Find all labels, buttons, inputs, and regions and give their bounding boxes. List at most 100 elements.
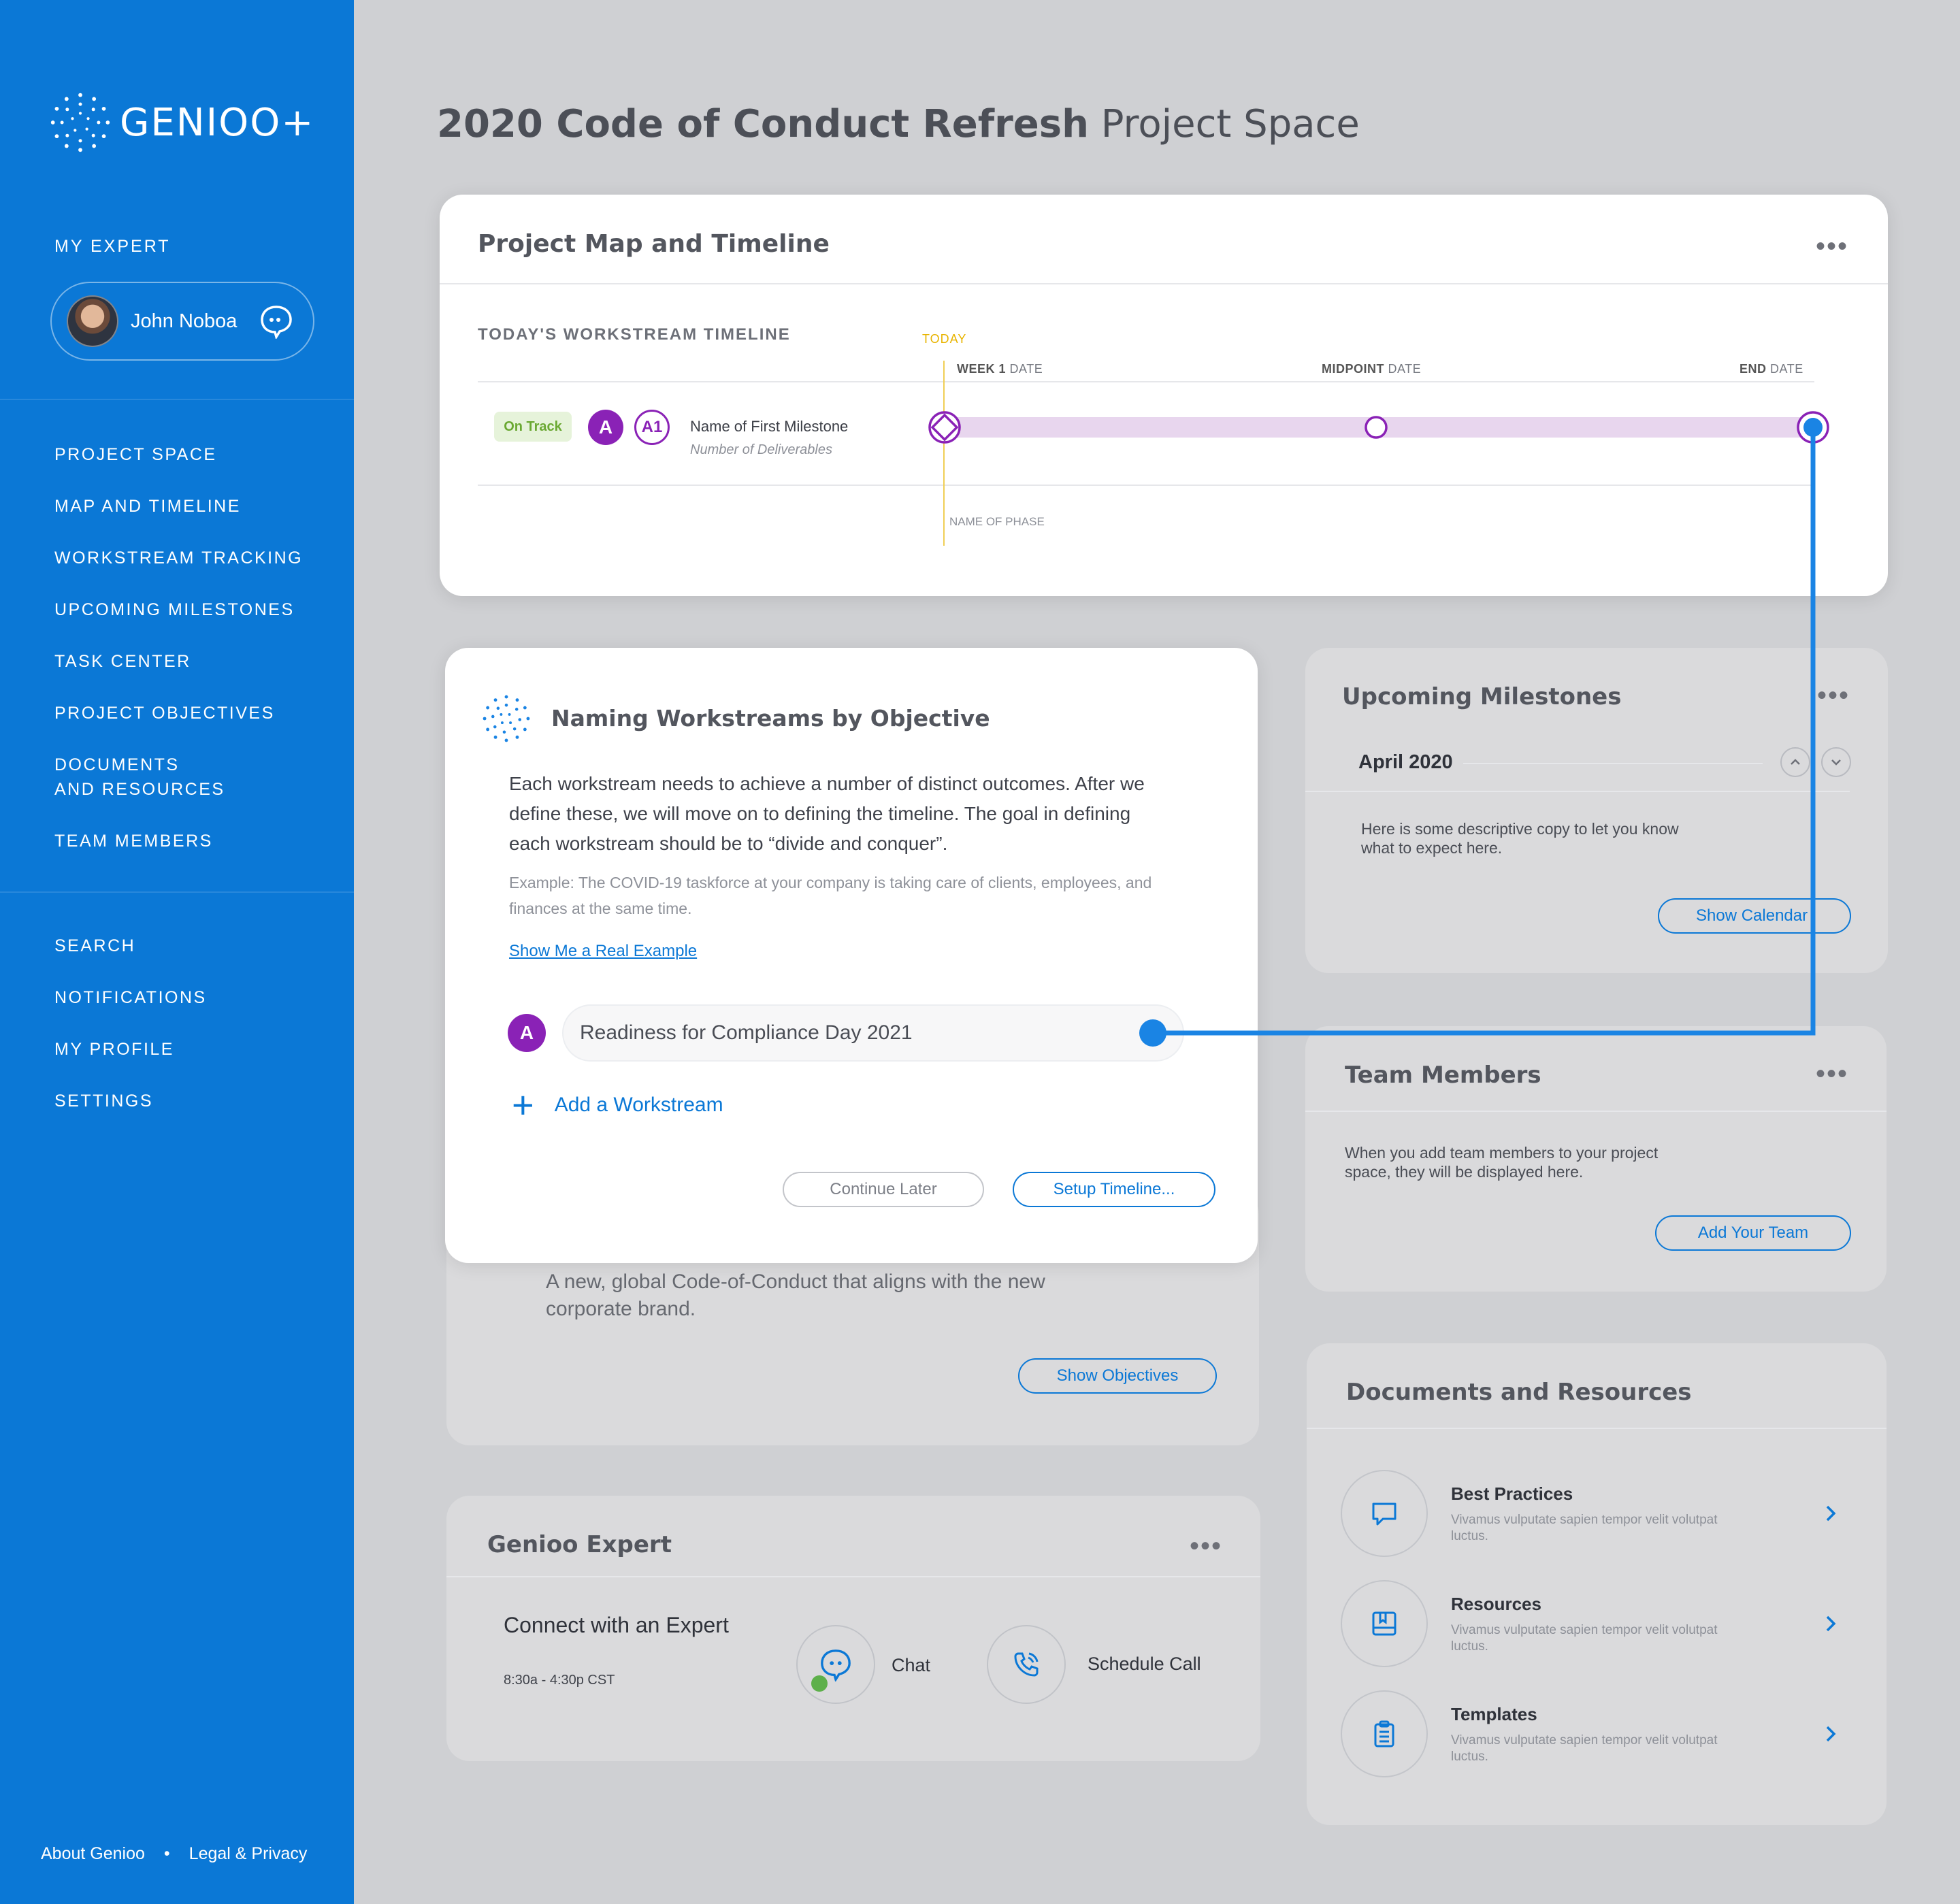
milestones-description: Here is some descriptive copy to let you… xyxy=(1361,820,1679,857)
month-prev-button[interactable] xyxy=(1780,747,1810,777)
milestones-month: April 2020 xyxy=(1358,751,1453,773)
chevron-up-icon xyxy=(1791,759,1800,765)
nav-team-members[interactable]: TEAM MEMBERS xyxy=(54,829,213,853)
workstream-name-input[interactable]: Readiness for Compliance Day 2021 xyxy=(562,1004,1184,1062)
genioo-logo-icon xyxy=(50,93,110,152)
month-next-button[interactable] xyxy=(1821,747,1851,777)
doc-item-templates[interactable]: Templates Vivamus vulputate sapien tempo… xyxy=(1341,1690,1844,1779)
end-rest: DATE xyxy=(1770,362,1803,376)
continue-later-button[interactable]: Continue Later xyxy=(783,1172,984,1207)
add-your-team-button[interactable]: Add Your Team xyxy=(1655,1215,1851,1251)
expert-avatar xyxy=(67,295,118,347)
team-more-menu-icon[interactable]: ••• xyxy=(1816,1060,1848,1087)
plus-icon: + xyxy=(512,1083,534,1126)
nav-documents[interactable]: DOCUMENTS xyxy=(54,753,180,777)
schedule-call-label[interactable]: Schedule Call xyxy=(1088,1654,1201,1675)
nav-my-profile[interactable]: MY PROFILE xyxy=(54,1037,174,1062)
my-expert-label: MY EXPERT xyxy=(54,237,171,256)
naming-card-body: Each workstream needs to achieve a numbe… xyxy=(509,773,1145,854)
midpoint-date-label: MIDPOINT DATE xyxy=(1322,362,1421,376)
today-marker-line xyxy=(943,361,945,546)
clipboard-icon xyxy=(1341,1690,1428,1777)
doc-title: Templates xyxy=(1451,1704,1537,1724)
chat-bubble-icon xyxy=(1341,1470,1428,1557)
nav-search[interactable]: SEARCH xyxy=(54,934,135,958)
end-bold: END xyxy=(1740,362,1767,376)
mid-rest: DATE xyxy=(1388,362,1422,376)
naming-card-example: Example: The COVID-19 taskforce at your … xyxy=(509,874,1152,917)
schedule-call-button[interactable] xyxy=(987,1625,1066,1704)
my-expert-pill[interactable]: John Noboa xyxy=(50,282,314,361)
logo-wordmark: GENIOO+ xyxy=(120,100,315,145)
mid-bold: MIDPOINT xyxy=(1322,362,1384,376)
show-objectives-button[interactable]: Show Objectives xyxy=(1018,1358,1217,1394)
nav-and-resources[interactable]: AND RESOURCES xyxy=(54,777,225,802)
legal-privacy-link[interactable]: Legal & Privacy xyxy=(189,1844,308,1864)
nav-map-and-timeline[interactable]: MAP AND TIMELINE xyxy=(54,494,241,519)
book-icon xyxy=(1341,1580,1428,1667)
doc-title: Best Practices xyxy=(1451,1483,1573,1504)
docs-card-title: Documents and Resources xyxy=(1346,1379,1692,1406)
week1-rest: DATE xyxy=(1009,362,1043,376)
midpoint-node-icon[interactable] xyxy=(1364,415,1388,440)
chat-icon[interactable] xyxy=(259,303,294,339)
milestones-more-menu-icon[interactable]: ••• xyxy=(1817,682,1850,709)
nav-settings[interactable]: SETTINGS xyxy=(54,1089,153,1113)
nav-project-objectives[interactable]: PROJECT OBJECTIVES xyxy=(54,701,275,725)
genioo-spark-icon xyxy=(483,695,530,742)
status-badge-on-track: On Track xyxy=(494,412,572,442)
expert-card-title: Genioo Expert xyxy=(487,1531,672,1558)
workstream-input-badge: A xyxy=(508,1014,546,1052)
end-node-icon[interactable] xyxy=(1795,410,1831,445)
doc-subtitle: Vivamus vulputate sapien tempor velit vo… xyxy=(1451,1513,1718,1543)
setup-timeline-button[interactable]: Setup Timeline... xyxy=(1013,1172,1215,1207)
show-calendar-button[interactable]: Show Calendar xyxy=(1658,898,1851,934)
add-workstream-button[interactable]: + Add a Workstream xyxy=(512,1083,723,1126)
genioo-logo[interactable]: GENIOO+ xyxy=(48,90,314,155)
sidebar-footer: About Genioo • Legal & Privacy xyxy=(41,1844,307,1864)
objectives-text: A new, global Code-of-Conduct that align… xyxy=(546,1270,1045,1320)
workstream-connector-handle[interactable] xyxy=(1139,1019,1166,1047)
sidebar-divider xyxy=(0,399,354,400)
timeline-header-line xyxy=(478,381,1814,382)
workstream-badge-a: A xyxy=(588,410,623,445)
page-title-project: 2020 Code of Conduct Refresh xyxy=(437,102,1089,146)
chat-button[interactable] xyxy=(796,1625,875,1704)
doc-title: Resources xyxy=(1451,1594,1541,1614)
expert-more-menu-icon[interactable]: ••• xyxy=(1190,1532,1222,1560)
today-label: TODAY xyxy=(922,332,967,346)
nav-task-center[interactable]: TASK CENTER xyxy=(54,649,191,674)
connect-expert-title: Connect with an Expert xyxy=(504,1613,729,1637)
nav-project-space[interactable]: PROJECT SPACE xyxy=(54,442,217,467)
card-divider xyxy=(1305,1111,1886,1112)
chat-label[interactable]: Chat xyxy=(892,1655,930,1676)
workstream-timeline-label: TODAY'S WORKSTREAM TIMELINE xyxy=(478,325,791,344)
expert-hours: 8:30a - 4:30p CST xyxy=(504,1673,615,1688)
about-link[interactable]: About Genioo xyxy=(41,1844,145,1864)
milestone-badge-a1: A1 xyxy=(634,410,670,445)
milestones-card-title: Upcoming Milestones xyxy=(1342,683,1622,710)
milestone-deliverables: Number of Deliverables xyxy=(690,442,832,457)
nav-upcoming-milestones[interactable]: UPCOMING MILESTONES xyxy=(54,597,295,622)
nav-workstream-tracking[interactable]: WORKSTREAM TRACKING xyxy=(54,546,303,570)
doc-subtitle: Vivamus vulputate sapien tempor velit vo… xyxy=(1451,1623,1718,1654)
page-title-suffix: Project Space xyxy=(1100,102,1360,146)
nav-notifications[interactable]: NOTIFICATIONS xyxy=(54,985,207,1010)
sidebar-divider xyxy=(0,891,354,893)
timeline-row-line xyxy=(478,485,1814,486)
card-divider xyxy=(1307,1428,1886,1429)
team-card-title: Team Members xyxy=(1345,1062,1541,1089)
chevron-right-icon xyxy=(1826,1615,1836,1632)
team-description: When you add team members to your projec… xyxy=(1345,1144,1659,1181)
start-diamond-icon[interactable] xyxy=(926,408,964,446)
show-real-example-link[interactable]: Show Me a Real Example xyxy=(509,942,697,961)
phase-label: NAME OF PHASE xyxy=(949,515,1045,528)
month-rule xyxy=(1463,763,1763,764)
timeline-card-title: Project Map and Timeline xyxy=(478,230,830,258)
expert-name: John Noboa xyxy=(131,310,238,332)
naming-card-title: Naming Workstreams by Objective xyxy=(551,705,990,732)
timeline-more-menu-icon[interactable]: ••• xyxy=(1816,233,1848,260)
doc-item-resources[interactable]: Resources Vivamus vulputate sapien tempo… xyxy=(1341,1580,1844,1669)
doc-item-best-practices[interactable]: Best Practices Vivamus vulputate sapien … xyxy=(1341,1470,1844,1558)
doc-subtitle: Vivamus vulputate sapien tempor velit vo… xyxy=(1451,1733,1718,1764)
